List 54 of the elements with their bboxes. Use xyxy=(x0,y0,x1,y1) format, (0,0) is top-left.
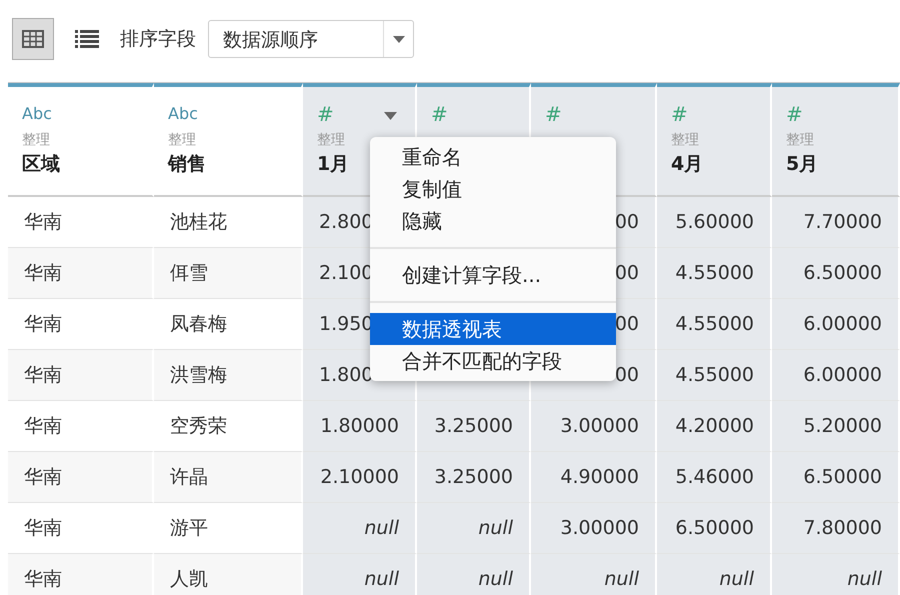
table-cell: 许晶 xyxy=(154,452,303,503)
column-name: 1月 xyxy=(317,152,350,177)
table-cell: 4.55000 xyxy=(657,299,772,350)
table-cell: 4.90000 xyxy=(531,452,657,503)
table-cell: null xyxy=(531,554,657,595)
table-cell: 4.20000 xyxy=(657,401,772,452)
column-subtitle: 整理 xyxy=(22,131,50,149)
column-subtitle: 整理 xyxy=(168,131,196,149)
table-cell: 4.55000 xyxy=(657,350,772,401)
column-name: 4月 xyxy=(671,152,704,177)
table-cell: 华南 xyxy=(8,248,154,299)
table-cell: 华南 xyxy=(8,554,154,595)
text-type-label: Abc xyxy=(168,103,198,125)
table-cell: 华南 xyxy=(8,350,154,401)
table-cell: 人凯 xyxy=(154,554,303,595)
table-cell: null xyxy=(657,554,772,595)
table-cell: 6.50000 xyxy=(772,248,900,299)
number-type-icon: # xyxy=(786,101,803,127)
table-cell: 洪雪梅 xyxy=(154,350,303,401)
table-cell: 3.25000 xyxy=(417,401,531,452)
table-cell: 3.00000 xyxy=(531,401,657,452)
number-type-icon: # xyxy=(317,101,334,127)
table-cell: 5.46000 xyxy=(657,452,772,503)
text-type-label: Abc xyxy=(22,103,52,125)
column-name: 销售 xyxy=(168,152,206,177)
column-subtitle: 整理 xyxy=(317,131,345,149)
number-type-icon: # xyxy=(671,101,688,127)
number-type-icon: # xyxy=(545,101,562,127)
column-name: 区域 xyxy=(22,152,60,177)
table-cell: null xyxy=(303,503,417,554)
sort-label: 排序字段 xyxy=(120,27,196,52)
column-subtitle: 整理 xyxy=(786,131,814,149)
table-cell: 佴雪 xyxy=(154,248,303,299)
table-cell: null xyxy=(303,554,417,595)
table-cell: 4.55000 xyxy=(657,248,772,299)
table-cell: 2.10000 xyxy=(303,452,417,503)
column-name: 5月 xyxy=(786,152,818,177)
table-cell: 6.50000 xyxy=(657,503,772,554)
number-type-icon: # xyxy=(431,101,448,127)
table-cell: 7.80000 xyxy=(772,503,900,554)
table-cell: 3.00000 xyxy=(531,503,657,554)
table-cell: null xyxy=(417,554,531,595)
table-cell: 5.20000 xyxy=(772,401,900,452)
table-cell: 6.50000 xyxy=(772,452,900,503)
table-cell: 1.80000 xyxy=(303,401,417,452)
table-cell: null xyxy=(417,503,531,554)
table-cell: 7.70000 xyxy=(772,197,900,248)
table-cell: 3.25000 xyxy=(417,452,531,503)
table-cell: 5.60000 xyxy=(657,197,772,248)
table-cell: 6.00000 xyxy=(772,350,900,401)
table-cell: 华南 xyxy=(8,452,154,503)
column-subtitle: 整理 xyxy=(671,131,699,149)
table-cell: 6.00000 xyxy=(772,299,900,350)
table-cell: null xyxy=(772,554,900,595)
